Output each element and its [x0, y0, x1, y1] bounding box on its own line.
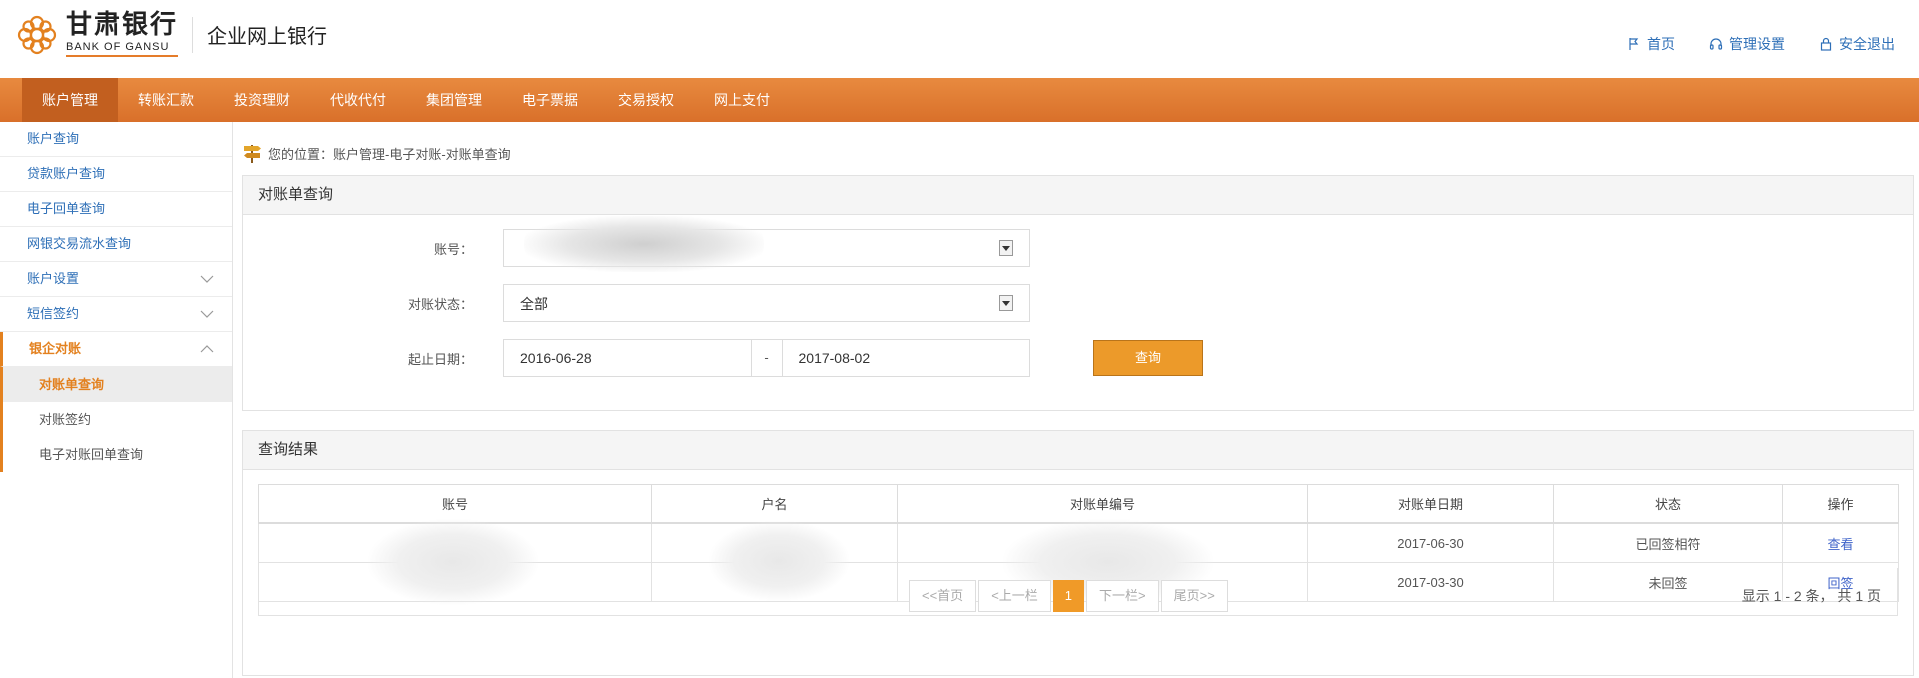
sidebar-item-bank-reconciliation[interactable]: 银企对账 — [0, 332, 232, 367]
col-statement-number: 对账单编号 — [897, 484, 1308, 524]
cell-status: 已回签相符 — [1553, 522, 1783, 563]
date-label: 起止日期： — [407, 351, 473, 367]
col-status: 状态 — [1553, 484, 1783, 524]
query-button[interactable]: 查询 — [1093, 340, 1203, 376]
cell-statement-date: 2017-06-30 — [1307, 522, 1554, 563]
last-page-button[interactable]: 尾页>> — [1160, 580, 1228, 612]
bank-logo-icon — [17, 15, 57, 54]
status-row: 对账状态： 全部 — [243, 284, 1030, 322]
nav-group-management[interactable]: 集团管理 — [406, 78, 502, 122]
date-from-input[interactable]: 2016-06-28 — [504, 340, 751, 376]
account-label: 账号： — [433, 241, 473, 257]
next-page-button[interactable]: 下一栏> — [1086, 580, 1159, 612]
table-header-row: 账号 户名 对账单编号 对账单日期 状态 操作 — [258, 484, 1899, 524]
sidebar-item-account-query[interactable]: 账户查询 — [0, 122, 232, 157]
flag-icon — [1629, 38, 1639, 50]
home-link-label: 首页 — [1647, 36, 1675, 52]
col-account-name: 户名 — [651, 484, 898, 524]
col-statement-date: 对账单日期 — [1307, 484, 1554, 524]
sidebar-sub-statement-query[interactable]: 对账单查询 — [0, 367, 232, 402]
nav-investment[interactable]: 投资理财 — [214, 78, 310, 122]
bank-logo[interactable]: 甘肃银行 BANK OF GANSU 企业网上银行 — [16, 12, 327, 57]
result-panel: 查询结果 账号 户名 对账单编号 对账单日期 状态 操作 2017-06-30 … — [242, 430, 1914, 676]
col-action: 操作 — [1782, 484, 1899, 524]
pagination: <<首页 <上一栏 1 下一栏> 尾页>> — [909, 580, 1228, 612]
home-link[interactable]: 首页 — [1627, 34, 1675, 54]
status-select[interactable]: 全部 — [503, 284, 1030, 322]
sidebar-item-label: 银企对账 — [29, 341, 82, 356]
nav-account-management[interactable]: 账户管理 — [22, 78, 118, 122]
query-panel-title: 对账单查询 — [243, 176, 1913, 215]
sidebar-item-transaction-flow-query[interactable]: 网银交易流水查询 — [0, 227, 232, 262]
main-nav: 账户管理 转账汇款 投资理财 代收代付 集团管理 电子票据 交易授权 网上支付 — [0, 78, 1919, 122]
status-label: 对账状态： — [407, 296, 473, 312]
date-range: 2016-06-28 - 2017-08-02 — [503, 339, 1030, 377]
sidebar: 账户查询 贷款账户查询 电子回单查询 网银交易流水查询 账户设置 短信签约 银企… — [0, 122, 233, 678]
sidebar-item-loan-account-query[interactable]: 贷款账户查询 — [0, 157, 232, 192]
first-page-button[interactable]: <<首页 — [909, 580, 977, 612]
view-link[interactable]: 查看 — [1827, 537, 1853, 552]
date-to-input[interactable]: 2017-08-02 — [783, 340, 1030, 376]
nav-online-payment[interactable]: 网上支付 — [694, 78, 790, 122]
settings-link[interactable]: 管理设置 — [1709, 34, 1785, 54]
nav-collection-payment[interactable]: 代收代付 — [310, 78, 406, 122]
settings-link-label: 管理设置 — [1729, 36, 1785, 52]
header-links: 首页 管理设置 安全退出 — [1627, 34, 1895, 54]
breadcrumb: 您的位置：账户管理-电子对账-对账单查询 — [242, 142, 511, 164]
sidebar-item-account-settings[interactable]: 账户设置 — [0, 262, 232, 297]
logout-link[interactable]: 安全退出 — [1819, 34, 1895, 54]
dropdown-arrow-icon — [999, 240, 1013, 256]
sidebar-item-label: 账户设置 — [27, 271, 80, 286]
chevron-down-icon — [200, 262, 214, 296]
account-row: 账号： — [243, 216, 1030, 272]
dropdown-arrow-icon — [999, 295, 1013, 311]
nav-e-bills[interactable]: 电子票据 — [502, 78, 598, 122]
breadcrumb-text: 您的位置：账户管理-电子对账-对账单查询 — [268, 146, 511, 162]
sidebar-item-e-receipt-query[interactable]: 电子回单查询 — [0, 192, 232, 227]
headset-icon — [1709, 38, 1723, 50]
logo-divider — [192, 16, 194, 53]
bank-name-cn: 甘肃银行 — [66, 10, 179, 40]
nav-transaction-auth[interactable]: 交易授权 — [598, 78, 694, 122]
sidebar-item-sms-signing[interactable]: 短信签约 — [0, 297, 232, 332]
lock-icon — [1820, 37, 1832, 51]
sidebar-sub-e-reconciliation-receipt[interactable]: 电子对账回单查询 — [0, 437, 232, 472]
date-separator: - — [750, 340, 783, 376]
chevron-up-icon — [200, 332, 214, 366]
nav-transfer[interactable]: 转账汇款 — [118, 78, 214, 122]
pagination-bar: <<首页 <上一栏 1 下一栏> 尾页>> 显示 1 - 2 条， 共 1 页 — [258, 568, 1898, 616]
result-panel-title: 查询结果 — [243, 431, 1913, 470]
chevron-down-icon — [200, 297, 214, 331]
query-panel: 对账单查询 账号： 对账状态： 全部 起止日期： 2016-06-28 - 20… — [242, 175, 1914, 411]
date-row: 起止日期： 2016-06-28 - 2017-08-02 — [243, 339, 1030, 377]
bank-name-en: BANK OF GANSU — [66, 42, 179, 57]
signpost-icon — [244, 145, 261, 163]
header: 甘肃银行 BANK OF GANSU 企业网上银行 首页 管理设置 安全退出 — [0, 0, 1919, 78]
logout-link-label: 安全退出 — [1839, 36, 1895, 52]
product-name: 企业网上银行 — [207, 26, 328, 48]
col-account: 账号 — [258, 484, 652, 524]
cell-action: 查看 — [1782, 522, 1899, 563]
sidebar-sub-reconciliation-signing[interactable]: 对账签约 — [0, 402, 232, 437]
masked-account — [524, 216, 764, 272]
sidebar-item-label: 短信签约 — [27, 306, 80, 321]
prev-page-button[interactable]: <上一栏 — [978, 580, 1051, 612]
status-select-value: 全部 — [520, 296, 548, 312]
current-page-button[interactable]: 1 — [1052, 580, 1085, 612]
account-select[interactable] — [503, 216, 1030, 272]
pagination-summary: 显示 1 - 2 条， 共 1 页 — [1741, 588, 1881, 604]
